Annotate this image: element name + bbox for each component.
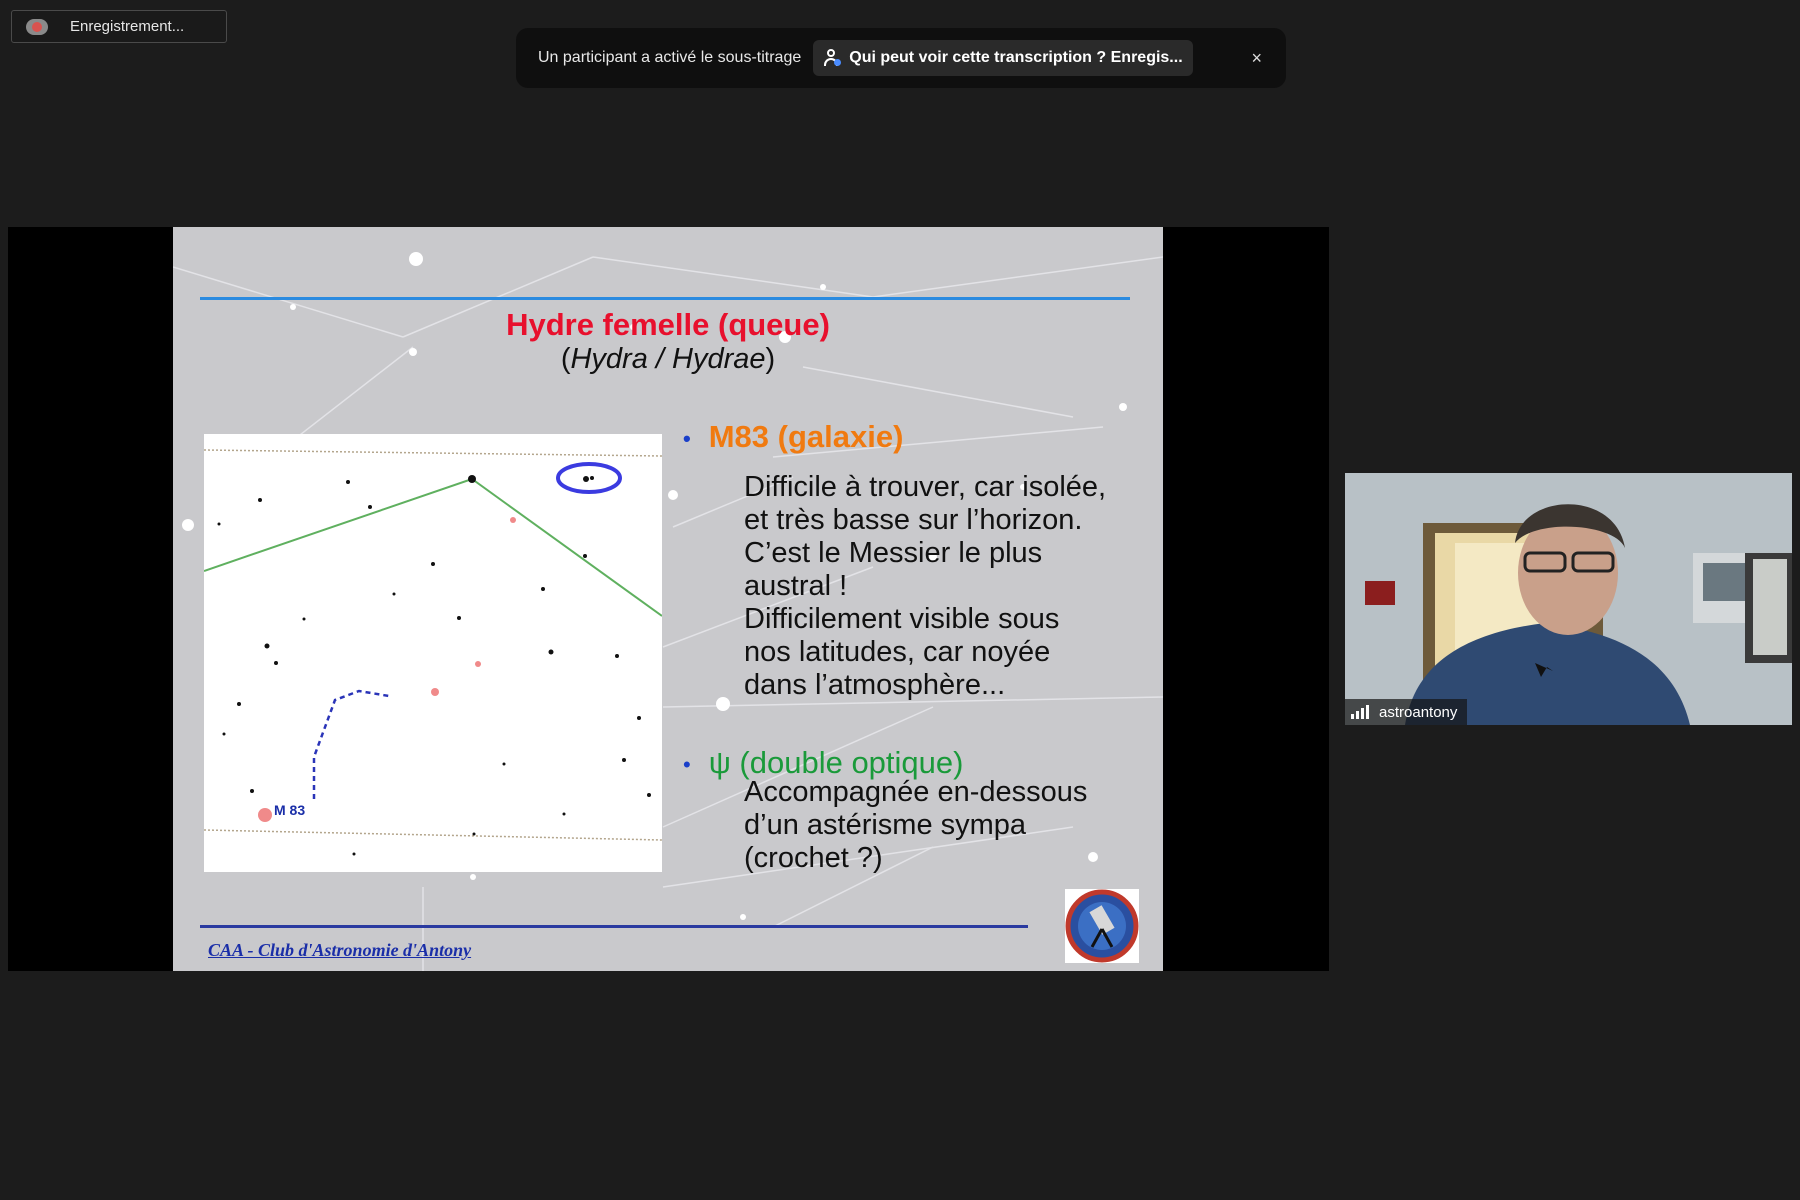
club-logo (1065, 889, 1139, 963)
participant-name-tag: astroantony (1345, 699, 1468, 725)
slide-title: Hydre femelle (queue) (506, 307, 830, 342)
bullet-icon: • (683, 751, 691, 777)
signal-strength-icon (1351, 705, 1371, 719)
text-line: et très basse sur l’horizon. (744, 504, 1083, 536)
star-map: M 83 (203, 434, 663, 872)
subtitle-close-paren: ) (765, 343, 776, 375)
text-line: austral ! (744, 570, 848, 602)
recording-label: Enregistrement... (70, 18, 185, 35)
presentation-slide: Hydre femelle (queue) (Hydra / Hydrae) M… (173, 227, 1163, 971)
text-line: dans l’atmosphère... (744, 669, 1006, 701)
who-can-see-transcript-button[interactable]: Qui peut voir cette transcription ? Enre… (813, 40, 1193, 76)
bullet-m83-text: Difficile à trouver, car isolée, et très… (744, 471, 1106, 702)
captions-notice-text: Un participant a activé le sous-titrage (538, 49, 802, 66)
text-line: (crochet ?) (744, 842, 883, 874)
close-icon[interactable]: × (1251, 48, 1262, 69)
text-line: Difficilement visible sous (744, 603, 1060, 635)
slide-footer: CAA - Club d'Astronomie d'Antony (208, 940, 472, 960)
captions-notice-bar: Un participant a activé le sous-titrage … (516, 28, 1286, 88)
slide-subtitle: (Hydra / Hydrae) (173, 343, 1163, 376)
who-can-see-label: Qui peut voir cette transcription ? Enre… (849, 49, 1183, 66)
shared-screen: Hydre femelle (queue) (Hydra / Hydrae) M… (8, 227, 1329, 971)
text-line: Accompagnée en-dessous (744, 776, 1088, 808)
cloud-recording-icon (26, 18, 48, 36)
bullet-m83-title: M83 (galaxie) (708, 419, 904, 454)
text-line: nos latitudes, car noyée (744, 636, 1051, 668)
bottom-rule (200, 925, 1028, 928)
subtitle-latin: Hydra / Hydrae (570, 343, 766, 375)
bullet-m83: • M83 (galaxie) (683, 419, 903, 455)
bullet-icon: • (683, 425, 691, 451)
top-rule (200, 297, 1130, 300)
participant-name: astroantony (1379, 703, 1458, 721)
text-line: d’un astérisme sympa (744, 809, 1027, 841)
person-info-icon (823, 49, 842, 67)
m83-map-label: M 83 (274, 802, 306, 818)
text-line: Difficile à trouver, car isolée, (744, 471, 1107, 503)
bullet-psi-text: Accompagnée en-dessous d’un astérisme sy… (744, 776, 1087, 875)
text-line: C’est le Messier le plus (744, 537, 1043, 569)
bullet-psi-title: ψ (double optique) (708, 745, 964, 780)
participant-video (1345, 473, 1792, 725)
recording-indicator[interactable]: Enregistrement... (11, 10, 227, 43)
participant-video-tile[interactable]: astroantony (1345, 473, 1792, 725)
